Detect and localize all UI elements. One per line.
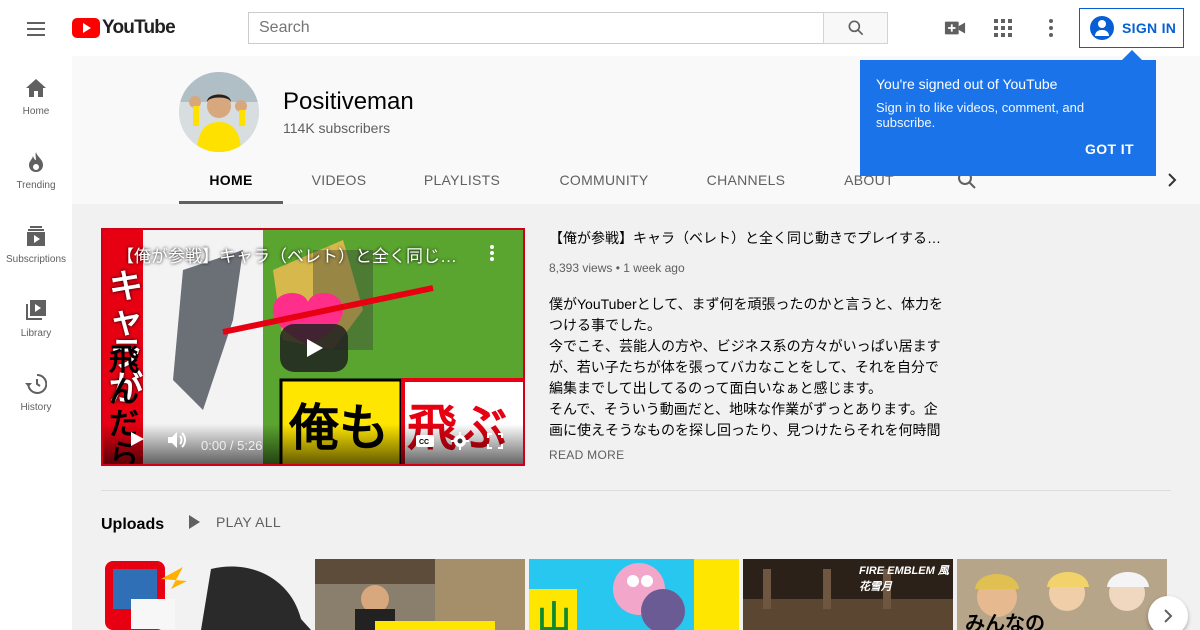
search-icon — [848, 20, 863, 36]
got-it-button[interactable]: GOT IT — [1085, 141, 1134, 157]
search-button[interactable] — [823, 12, 888, 44]
logo-text: YouTube — [102, 17, 176, 38]
description-line: つける事でした。 — [549, 317, 661, 333]
upload-thumbnail[interactable] — [101, 559, 311, 630]
search-input[interactable] — [259, 19, 824, 37]
masthead: YouTube SIGN IN — [0, 0, 1200, 56]
read-more-button[interactable]: READ MORE — [549, 448, 624, 462]
fullscreen-icon[interactable] — [487, 433, 503, 454]
tab-playlists[interactable]: PLAYLISTS — [409, 156, 515, 204]
shelf-next-button[interactable] — [1148, 596, 1188, 630]
tab-videos[interactable]: VIDEOS — [299, 156, 379, 204]
play-all-button[interactable]: PLAY ALL — [187, 514, 281, 530]
more-vert-icon[interactable] — [1039, 16, 1063, 40]
subscriptions-icon — [24, 224, 48, 248]
thumb-caption: FIRE EMBLEM 風花雪月 — [859, 565, 949, 593]
sidebar-item-label: Library — [20, 328, 52, 339]
play-icon — [189, 515, 200, 529]
history-icon — [24, 372, 48, 396]
play-icon[interactable] — [129, 431, 145, 452]
youtube-play-logo-icon — [72, 18, 100, 38]
sign-in-label: SIGN IN — [1122, 20, 1177, 36]
thumb-caption: みんなの — [965, 613, 1045, 630]
library-icon — [24, 298, 48, 322]
sign-in-button[interactable]: SIGN IN — [1079, 8, 1184, 48]
account-circle-icon — [1090, 16, 1114, 40]
flame-icon — [24, 150, 48, 174]
featured-video-description: 僕がYouTuberとして、まず何を頑張ったのかと言うと、体力を つける事でした… — [549, 294, 949, 442]
channel-avatar[interactable] — [179, 72, 259, 152]
mini-guide: Home Trending Subscriptions Library Hist… — [0, 56, 72, 630]
description-line: 僕がYouTuberとして、まず何を頑張ったのかと言うと、体力を — [549, 296, 943, 312]
description-line: が、若い子たちが体を張ってバカなことをして、それを自分で — [549, 359, 939, 375]
featured-video-player[interactable]: 【俺が参戦】キャラ（ベレト）と全く同じ… キャラが 飛んだら 俺も 飛ぶ 0:0… — [101, 228, 525, 466]
player-overlay-title: 【俺が参戦】キャラ（ベレト）と全く同じ… — [117, 247, 457, 266]
sidebar-item-label: Subscriptions — [5, 254, 67, 265]
description-line: 画に使えそうなものを探し回ったり、見つけたらそれを何時間 — [549, 422, 941, 438]
upload-thumbnail[interactable]: みんなの — [957, 559, 1167, 630]
player-controls: 0:00 / 5:26 CC — [103, 424, 523, 464]
play-button[interactable] — [280, 324, 348, 372]
uploads-title[interactable]: Uploads — [101, 516, 164, 534]
sidebar-item-home[interactable]: Home — [0, 56, 72, 130]
tabs-chevron-right-icon[interactable] — [1160, 166, 1184, 194]
time-display: 0:00 / 5:26 — [201, 438, 263, 453]
tab-channels[interactable]: CHANNELS — [698, 156, 794, 204]
featured-video-meta: 8,393 views • 1 week ago — [549, 261, 685, 275]
description-line: そんで、そういう動画だと、地味な作業がずっとあります。企 — [549, 401, 938, 417]
upload-thumbnail[interactable]: FIRE EMBLEM 風花雪月 — [743, 559, 953, 630]
section-divider — [101, 490, 1171, 491]
player-more-icon[interactable] — [489, 244, 495, 267]
sidebar-item-label: Trending — [16, 180, 56, 191]
sidebar-item-history[interactable]: History — [0, 352, 72, 426]
apps-grid-icon[interactable] — [991, 16, 1015, 40]
sidebar-item-subscriptions[interactable]: Subscriptions — [0, 204, 72, 278]
play-all-label: PLAY ALL — [216, 514, 281, 530]
tab-home[interactable]: HOME — [179, 156, 283, 204]
youtube-logo[interactable]: YouTube — [72, 17, 176, 39]
upload-age: 1 week ago — [623, 261, 685, 275]
popup-title: You're signed out of YouTube — [876, 76, 1058, 92]
video-camera-icon[interactable] — [943, 16, 967, 40]
channel-name: Positiveman — [283, 88, 414, 115]
settings-gear-icon[interactable] — [451, 432, 469, 455]
description-line: 編集までして出してるのって面白いなぁと感じます。 — [549, 380, 883, 396]
svg-text:CC: CC — [419, 439, 429, 446]
home-icon — [24, 76, 48, 100]
signed-out-popup: You're signed out of YouTube Sign in to … — [860, 50, 1156, 176]
tab-community[interactable]: COMMUNITY — [550, 156, 658, 204]
upload-thumbnail[interactable] — [315, 559, 525, 630]
chevron-right-icon — [1164, 609, 1173, 623]
upload-thumbnail[interactable]: 山 — [529, 559, 739, 630]
view-count: 8,393 views — [549, 261, 613, 275]
search-box[interactable] — [248, 12, 824, 44]
menu-icon[interactable] — [24, 18, 48, 38]
captions-icon[interactable]: CC — [415, 434, 435, 453]
description-line: 今でこそ、芸能人の方や、ビジネス系の方々がいっぱい居ます — [549, 338, 941, 354]
sidebar-item-label: Home — [22, 106, 50, 117]
volume-icon[interactable] — [167, 431, 187, 454]
thumb-caption: 山 — [537, 600, 571, 630]
subscriber-count: 114K subscribers — [283, 120, 391, 136]
featured-video-title[interactable]: 【俺が参戦】キャラ（ベレト）と全く同じ動きでプレイする… — [549, 228, 949, 248]
sidebar-item-library[interactable]: Library — [0, 278, 72, 352]
sidebar-item-trending[interactable]: Trending — [0, 130, 72, 204]
popup-body: Sign in to like videos, comment, and sub… — [876, 100, 1085, 130]
sidebar-item-label: History — [20, 402, 52, 413]
